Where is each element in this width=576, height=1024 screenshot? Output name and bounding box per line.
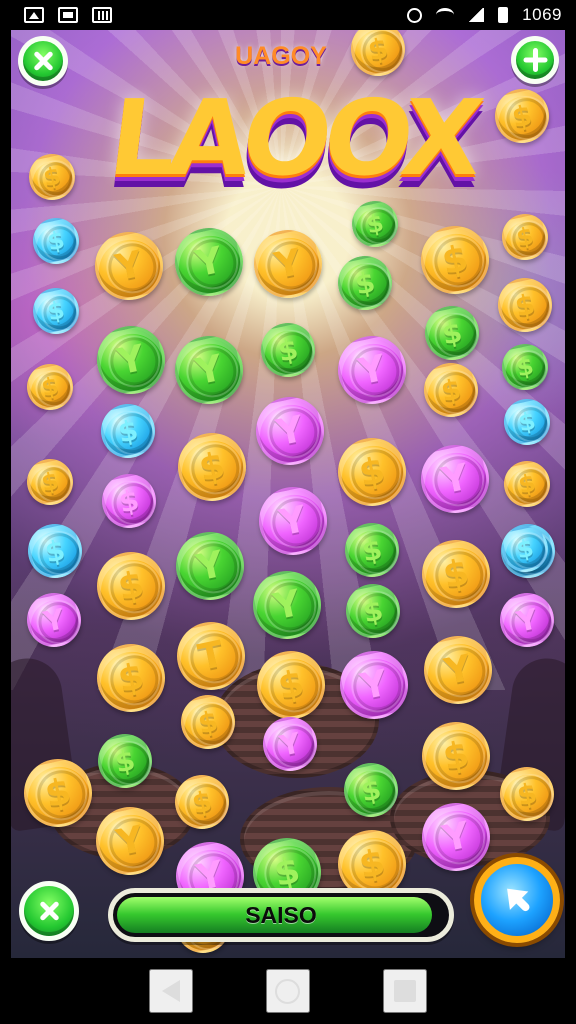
gold-coin[interactable]: $ <box>331 431 413 513</box>
wifi-icon <box>436 8 455 22</box>
gold-coin[interactable]: Y <box>417 629 499 711</box>
pink-coin[interactable]: Y <box>414 438 496 520</box>
app-icon-b <box>58 7 78 23</box>
pink-coin[interactable]: Y <box>249 390 331 472</box>
gold-coin[interactable]: $ <box>415 533 497 615</box>
close-icon <box>37 899 61 923</box>
gold-coin[interactable]: $ <box>171 426 253 508</box>
game-title: LAOOX <box>102 77 484 199</box>
game-screen: UAGOY LAOOX $ $ $ $ Y Y Y $ $ $ $ $ $ $ … <box>11 30 565 958</box>
bottom-close-button[interactable] <box>19 881 79 941</box>
pink-coin[interactable]: Y <box>331 329 413 411</box>
close-icon <box>31 49 55 73</box>
pink-coin[interactable]: Y <box>21 587 87 653</box>
green-coin[interactable]: Y <box>168 329 250 411</box>
progress-label: SAISO <box>245 902 317 928</box>
gold-coin[interactable]: Y <box>247 223 329 305</box>
green-coin[interactable]: $ <box>340 578 406 644</box>
app-icon-a <box>24 7 44 23</box>
status-time: 1069 <box>522 5 562 24</box>
gold-coin[interactable]: $ <box>492 272 558 338</box>
gold-coin[interactable]: $ <box>90 637 172 719</box>
gold-coin[interactable]: $ <box>497 209 553 265</box>
gold-coin[interactable]: $ <box>22 359 78 415</box>
status-bar: 1069 <box>0 0 576 30</box>
gold-coin[interactable]: $ <box>345 30 411 82</box>
blue-coin[interactable]: $ <box>28 213 84 269</box>
pink-coin[interactable]: Y <box>252 480 334 562</box>
recent-apps-icon <box>394 980 417 1002</box>
gold-coin[interactable]: $ <box>90 545 172 627</box>
green-coin[interactable]: $ <box>255 317 321 383</box>
plus-icon <box>523 48 547 72</box>
progress-bar: SAISO <box>108 888 454 942</box>
signal-icon <box>468 8 485 22</box>
blue-coin[interactable]: $ <box>499 394 555 450</box>
green-coin[interactable]: $ <box>347 196 403 252</box>
status-bar-left <box>24 7 112 23</box>
gold-coin[interactable]: $ <box>22 454 78 510</box>
gold-coin[interactable]: Y <box>88 225 170 307</box>
green-coin[interactable]: Y <box>168 221 250 303</box>
blue-coin[interactable]: $ <box>22 518 88 584</box>
green-coin[interactable]: $ <box>339 517 405 583</box>
add-button[interactable] <box>511 36 559 84</box>
app-icon-c <box>92 7 112 23</box>
play-button[interactable] <box>474 857 560 943</box>
green-coin[interactable]: Y <box>169 525 251 607</box>
green-coin[interactable]: $ <box>497 339 553 395</box>
pink-coin[interactable]: $ <box>96 468 162 534</box>
green-coin[interactable]: $ <box>419 300 485 366</box>
green-coin[interactable]: $ <box>332 250 398 316</box>
gold-coin[interactable]: $ <box>418 357 484 423</box>
recent-apps-button[interactable] <box>383 969 428 1013</box>
status-bar-right: 1069 <box>407 5 562 25</box>
blue-coin[interactable]: $ <box>28 283 84 339</box>
back-button[interactable] <box>148 969 193 1013</box>
clock-icon <box>407 7 423 23</box>
home-button[interactable] <box>265 969 310 1013</box>
back-icon <box>161 980 180 1002</box>
android-navigation-bar <box>0 958 576 1024</box>
battery-icon <box>498 7 509 23</box>
home-icon <box>275 978 301 1004</box>
green-coin[interactable]: Y <box>90 319 172 401</box>
gold-coin[interactable]: $ <box>24 149 80 205</box>
pink-coin[interactable]: Y <box>494 587 560 653</box>
green-coin[interactable]: Y <box>246 564 328 646</box>
blue-coin[interactable]: $ <box>95 398 161 464</box>
gold-coin[interactable]: $ <box>499 456 555 512</box>
gold-coin[interactable]: $ <box>414 219 496 301</box>
close-button[interactable] <box>18 36 68 86</box>
arrow-up-right-icon <box>496 879 538 921</box>
